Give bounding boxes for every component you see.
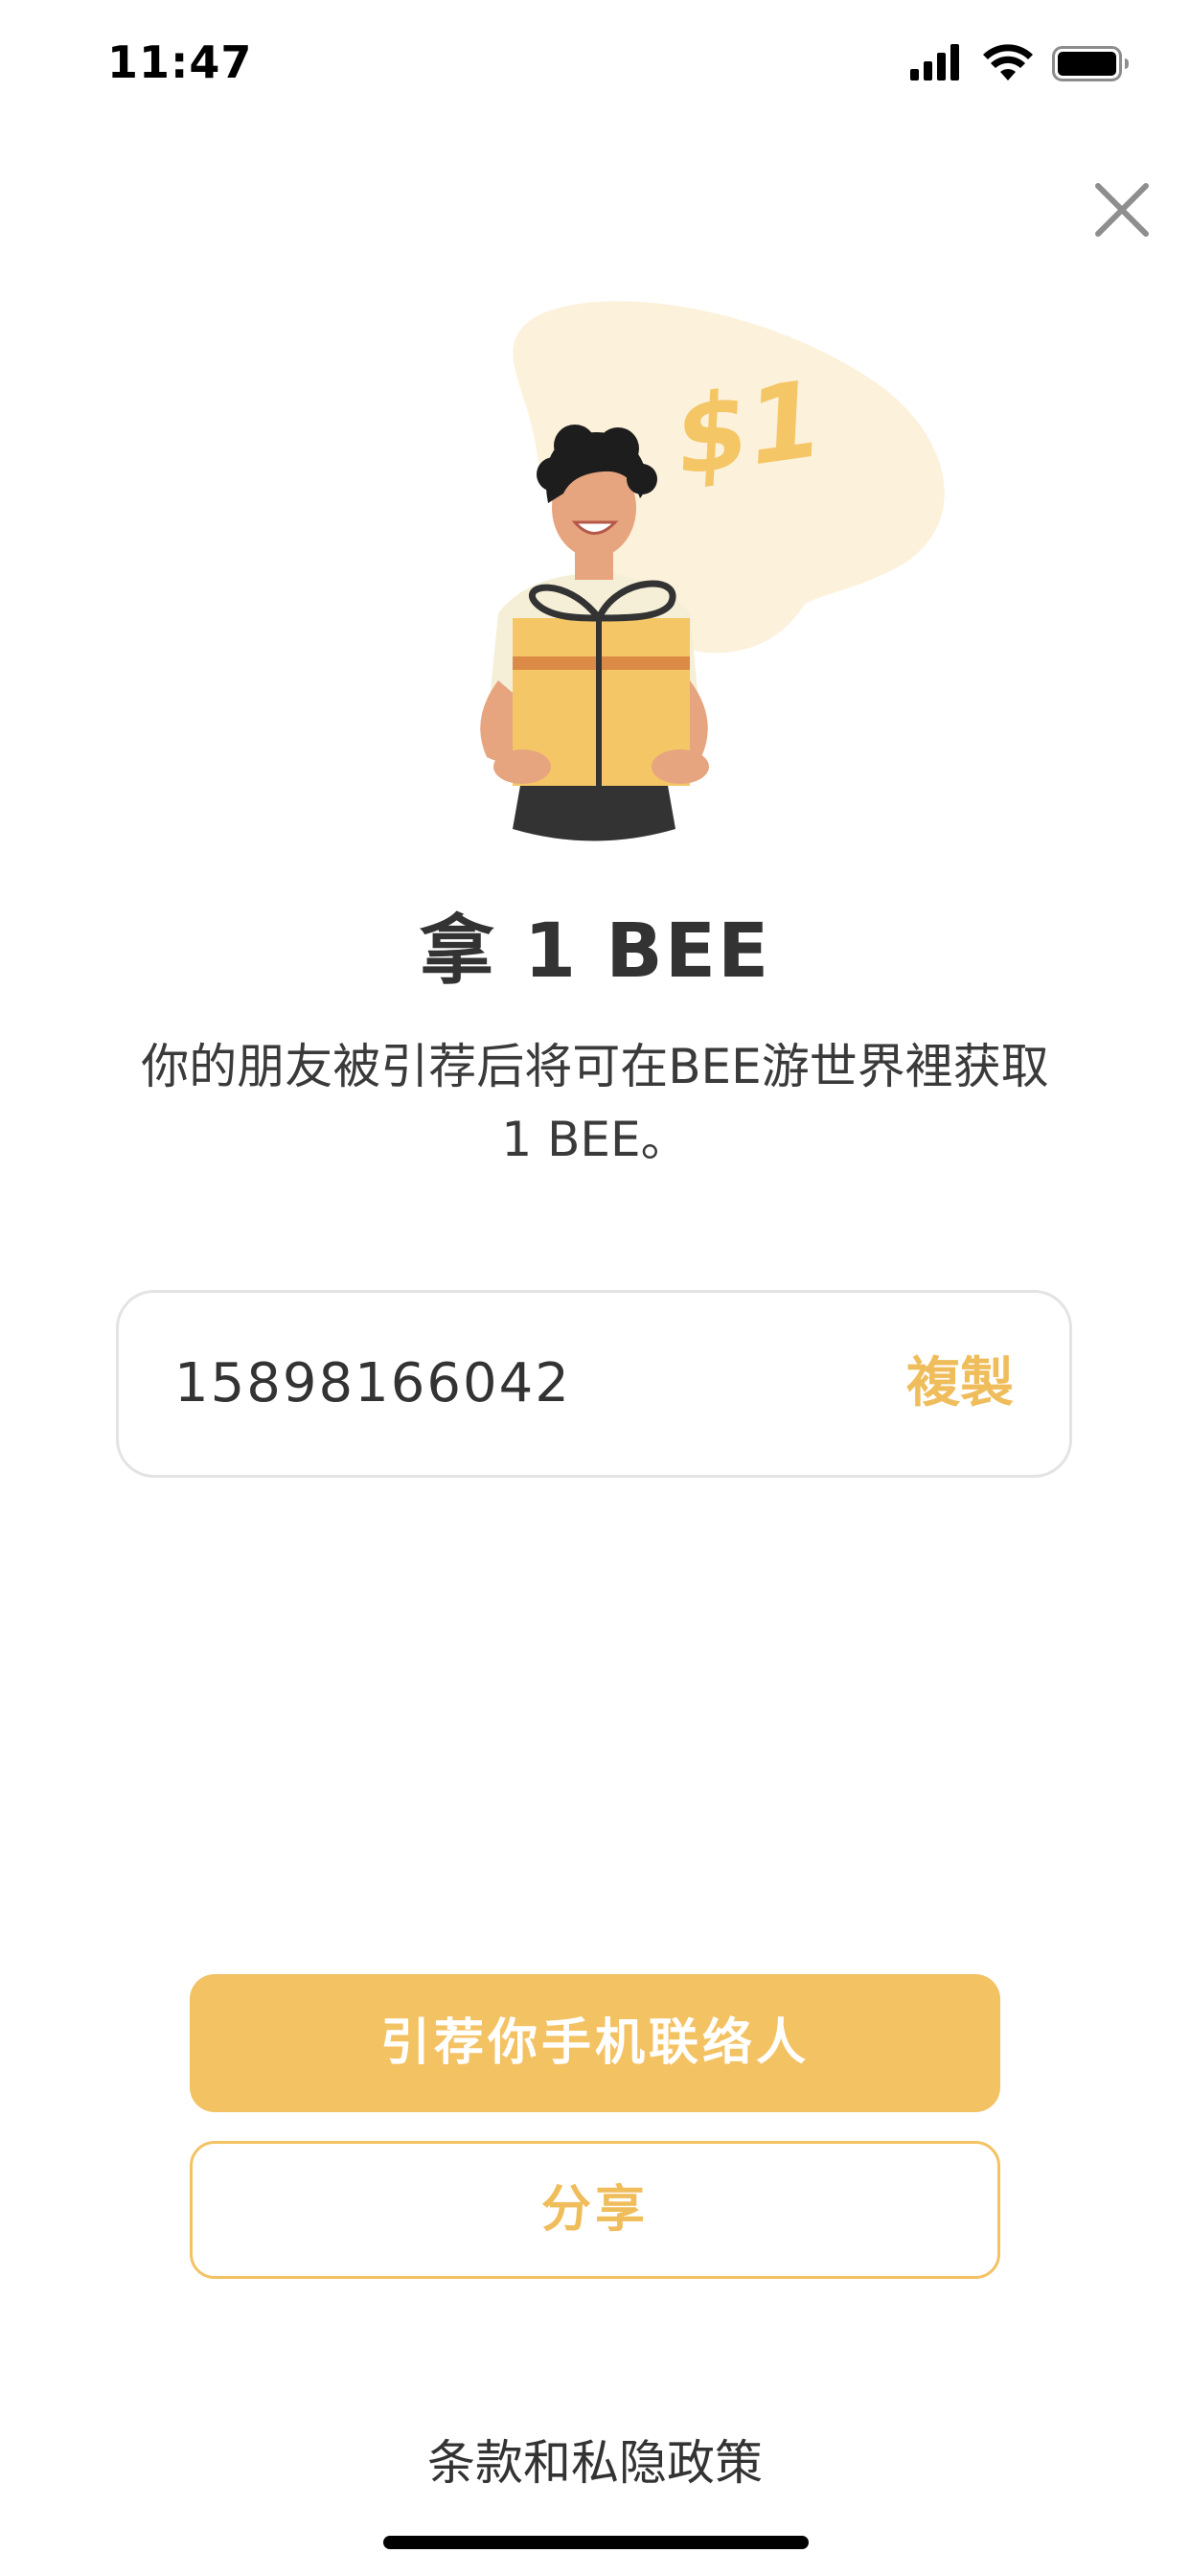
battery-icon: [1052, 46, 1129, 81]
page-title: 拿 1 BEE: [419, 908, 771, 995]
status-time: 11:47: [107, 36, 253, 88]
price-text: $1: [667, 357, 829, 499]
status-icons: [910, 44, 1129, 81]
terms-privacy-link[interactable]: 条款和私隐政策: [0, 2425, 1190, 2494]
copy-button[interactable]: 複製: [906, 1293, 1014, 1475]
referral-code: 15898166042: [174, 1352, 571, 1414]
refer-contacts-button[interactable]: 引荐你手机联络人: [190, 1974, 1000, 2112]
referral-screen: 11:47 $1 拿 1 BEE 你的朋友被引荐后将可在BEE游世界裡获取 1 …: [0, 0, 1190, 2576]
share-button[interactable]: 分享: [190, 2141, 1000, 2279]
home-indicator: [383, 2536, 809, 2549]
gift-illustration: $1: [480, 301, 945, 841]
referral-code-box: 15898166042 複製: [116, 1290, 1072, 1478]
close-icon[interactable]: [1090, 178, 1154, 242]
wifi-icon: [983, 44, 1033, 80]
description-text: 你的朋友被引荐后将可在BEE游世界裡获取 1 BEE。: [141, 1039, 1049, 1167]
signal-icon: [910, 44, 959, 80]
